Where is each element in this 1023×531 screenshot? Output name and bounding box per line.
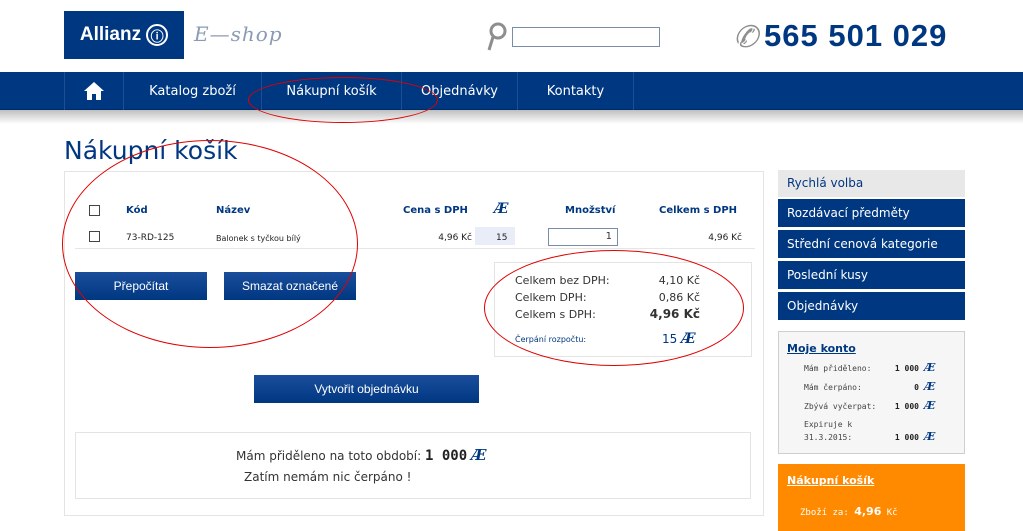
annotation-ellipse-totals [484, 250, 744, 366]
currency-icon: Æ [924, 430, 936, 443]
column-header-quantity: Množství [565, 205, 616, 216]
search-input[interactable] [512, 27, 660, 47]
logo-text: Allianz [79, 24, 142, 45]
budget-info-box [75, 432, 751, 499]
sidebar-item-orders[interactable]: Objednávky [778, 292, 965, 321]
account-allocated-label: Mám přiděleno: [804, 364, 872, 373]
column-header-total: Celkem s DPH [659, 205, 738, 216]
account-title-link[interactable]: Moje konto [787, 342, 856, 355]
sidebar-item-giveaways[interactable]: Rozdávací předměty [778, 199, 965, 228]
account-remaining-label: Zbývá vyčerpat: [804, 402, 877, 411]
phone-number: 565 501 029 [764, 18, 948, 53]
account-drawn-value: 0 [914, 383, 919, 392]
nav-shadow [0, 110, 1023, 124]
drawn-info: Zatím nemám nic čerpáno ! [244, 470, 412, 484]
mini-cart-sum: Zboží za: 4,96 Kč [800, 505, 898, 518]
main-navigation: Katalog zboží Nákupní košík Objednávky K… [0, 72, 1023, 110]
mini-cart-sum-label: Zboží za: [800, 508, 849, 518]
account-expires-value: 1 000 [894, 433, 919, 442]
points-cell-bg [475, 227, 515, 245]
account-expires-label: Expiruje k [804, 420, 853, 429]
quantity-input[interactable]: 1 [548, 228, 618, 246]
account-expires-date: 31.3.2015: [804, 433, 853, 442]
nav-home[interactable] [64, 72, 124, 110]
row-price: 4,96 Kč [438, 233, 472, 243]
account-remaining-value: 1 000 [894, 402, 919, 411]
allocated-value: 1 000 [425, 448, 468, 464]
currency-icon: Æ [924, 380, 936, 393]
mini-cart-sum-unit: Kč [886, 508, 898, 518]
allocated-info: Mám přiděleno na toto období: 1 000 Æ [236, 446, 487, 464]
search-icon[interactable] [486, 22, 508, 52]
row-total: 4,96 Kč [708, 233, 742, 243]
sidebar-item-last-items[interactable]: Poslední kusy [778, 261, 965, 290]
nav-item-catalog[interactable]: Katalog zboží [124, 72, 262, 110]
quick-select-title: Rychlá volba [778, 170, 965, 197]
currency-icon: Æ [470, 446, 487, 464]
mini-cart-sum-value: 4,96 [854, 505, 882, 518]
nav-item-contacts[interactable]: Kontakty [518, 72, 634, 110]
allocated-label: Mám přiděleno na toto období: [236, 449, 422, 463]
column-header-price: Cena s DPH [403, 205, 468, 216]
allianz-logo[interactable]: Allianz ⓘ [64, 11, 184, 59]
column-header-points: Æ [494, 201, 509, 217]
sidebar-item-mid-price[interactable]: Střední cenová kategorie [778, 230, 965, 259]
mini-cart-title-link[interactable]: Nákupní košík [787, 474, 874, 487]
account-drawn-label: Mám čerpáno: [804, 383, 862, 392]
account-allocated-value: 1 000 [894, 364, 919, 373]
shop-name: E—shop [194, 22, 283, 46]
annotation-ellipse-table [62, 140, 358, 348]
currency-icon: Æ [924, 399, 936, 412]
row-points: 15 [496, 233, 508, 243]
annotation-ellipse-nav [248, 77, 438, 123]
allianz-mark-icon: ⓘ [146, 24, 169, 46]
create-order-button[interactable]: Vytvořit objednávku [254, 375, 479, 403]
currency-icon: Æ [924, 361, 936, 374]
phone-icon: ✆ [733, 20, 759, 55]
home-icon [84, 82, 104, 100]
